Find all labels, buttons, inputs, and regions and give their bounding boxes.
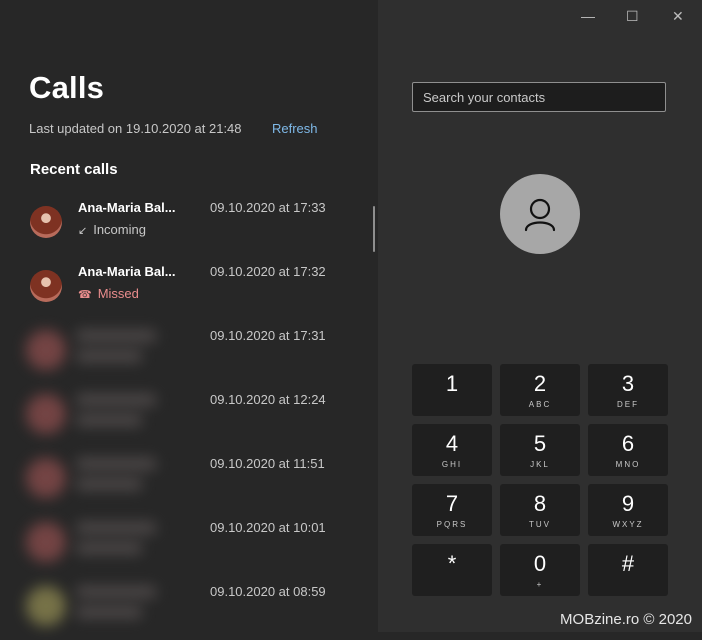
call-type: ☎ Missed [78,286,139,301]
avatar [30,270,62,302]
key-digit: 7 [445,491,459,516]
call-time: 09.10.2020 at 11:51 [210,456,325,471]
call-time: 09.10.2020 at 08:59 [210,584,326,599]
call-list-item[interactable]: 09.10.2020 at 08:59 [0,576,360,640]
blurred-detail [76,414,142,426]
dialpad-key-8[interactable]: 8 TUV [500,484,580,536]
blurred-detail [76,350,142,362]
last-updated-text: Last updated on 19.10.2020 at 21:48 [29,121,242,136]
key-digit: # [621,551,635,576]
blurred-name [76,586,156,598]
contact-avatar [500,174,580,254]
watermark: MOBzine.ro © 2020 [560,611,692,628]
close-button[interactable]: ✕ [672,8,684,25]
avatar [26,586,66,626]
key-letters: MNO [615,460,641,469]
key-digit: 3 [621,371,635,396]
key-letters: JKL [530,460,550,469]
key-digit: 4 [445,431,459,456]
dialpad-key-5[interactable]: 5 JKL [500,424,580,476]
key-letters: PQRS [436,520,468,529]
recent-calls-heading: Recent calls [30,161,118,178]
dialpad-key-2[interactable]: 2 ABC [500,364,580,416]
incoming-call-icon: ↙ [78,225,88,237]
key-digit: 5 [533,431,547,456]
avatar [26,522,66,562]
person-icon [524,198,556,232]
key-digit: 0 [533,551,547,576]
dialpad-key-1[interactable]: 1 [412,364,492,416]
dialpad-key-star[interactable]: * [412,544,492,596]
call-list-item[interactable]: 09.10.2020 at 17:31 [0,320,360,384]
blurred-detail [76,478,142,490]
minimize-button[interactable]: — [581,8,595,24]
key-digit: 2 [533,371,547,396]
call-list-item[interactable]: 09.10.2020 at 10:01 [0,512,360,576]
blurred-name [76,522,156,534]
dialpad-key-6[interactable]: 6 MNO [588,424,668,476]
key-letters: GHI [441,460,463,469]
call-time: 09.10.2020 at 12:24 [210,392,326,407]
call-list-item[interactable]: 09.10.2020 at 11:51 [0,448,360,512]
key-digit: 9 [621,491,635,516]
avatar [26,330,66,370]
dialpad-key-hash[interactable]: # [588,544,668,596]
caller-name: Ana-Maria Bal... [78,200,176,215]
call-time: 09.10.2020 at 17:31 [210,328,326,343]
call-type-label: Missed [97,286,139,301]
key-letters: ABC [528,400,552,409]
blurred-detail [76,606,142,618]
call-list-item[interactable]: 09.10.2020 at 12:24 [0,384,360,448]
key-letters: WXYZ [612,520,644,529]
dialpad-key-9[interactable]: 9 WXYZ [588,484,668,536]
blurred-name [76,458,156,470]
missed-call-icon: ☎ [78,289,92,301]
key-digit: 1 [445,371,459,396]
caller-name: Ana-Maria Bal... [78,264,176,279]
call-time: 09.10.2020 at 17:33 [210,200,326,215]
key-digit: 6 [621,431,635,456]
blurred-detail [76,542,142,554]
blurred-name [76,330,156,342]
call-time: 09.10.2020 at 10:01 [210,520,326,535]
avatar [30,206,62,238]
search-input[interactable] [412,82,666,112]
key-letters: DEF [617,400,639,409]
dialpad-key-4[interactable]: 4 GHI [412,424,492,476]
scrollbar[interactable] [373,206,375,252]
avatar [26,458,66,498]
call-time: 09.10.2020 at 17:32 [210,264,326,279]
key-digit: * [447,551,457,576]
page-title: Calls [29,70,105,105]
dialpad-key-7[interactable]: 7 PQRS [412,484,492,536]
call-list-item[interactable]: Ana-Maria Bal... ☎ Missed 09.10.2020 at 1… [0,256,360,320]
key-digit: 8 [533,491,547,516]
call-type-label: Incoming [93,222,146,237]
key-letters: TUV [529,520,551,529]
blurred-name [76,394,156,406]
dialpad-key-0[interactable]: 0 + [500,544,580,596]
dialpad-key-3[interactable]: 3 DEF [588,364,668,416]
maximize-button[interactable]: ☐ [626,8,639,25]
refresh-link[interactable]: Refresh [272,121,318,136]
avatar [26,394,66,434]
call-type: ↙ Incoming [78,222,146,237]
call-list-item[interactable]: Ana-Maria Bal... ↙ Incoming 09.10.2020 at… [0,192,360,256]
key-letters: + [536,580,544,589]
